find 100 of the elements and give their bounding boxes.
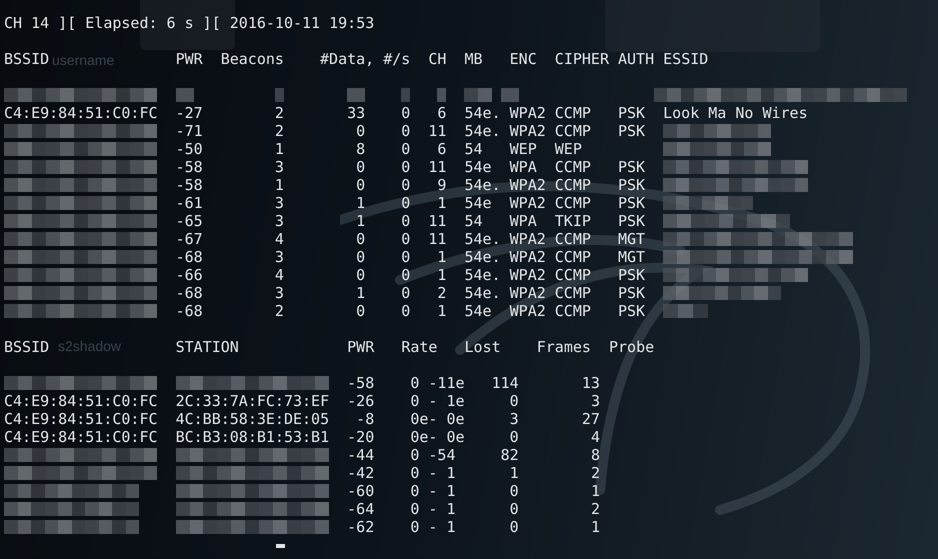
table-cell: CCMP <box>554 284 591 302</box>
table-cell: WPA2 <box>510 104 546 122</box>
table-cell: 3 <box>510 410 519 428</box>
table-cell: PSK <box>618 158 646 176</box>
redacted-text <box>464 88 492 102</box>
table-cell: CCMP <box>554 230 591 248</box>
column-header: PWR <box>176 50 203 68</box>
table-cell: 2 <box>437 284 446 302</box>
table-cell: CCMP <box>554 302 591 320</box>
desktop-icon-label: username <box>52 51 114 69</box>
table-cell: PSK <box>618 302 646 320</box>
table-cell: 1 <box>356 212 366 230</box>
table-cell: 4 <box>274 230 284 248</box>
table-cell: 2 <box>274 104 284 122</box>
table-cell: Look Ma No Wires <box>663 104 808 122</box>
table-cell: 0 <box>510 518 519 536</box>
table-cell: -20 <box>347 428 374 446</box>
column-header: BSSID <box>4 50 50 68</box>
table-cell: -66 <box>176 266 203 284</box>
table-cell: 3 <box>274 284 284 302</box>
table-cell: -67 <box>176 230 203 248</box>
table-cell: 0 <box>401 284 410 302</box>
column-header: ENC <box>510 50 537 68</box>
table-cell: -60 <box>347 482 374 500</box>
table-cell: -65 <box>176 212 203 230</box>
table-cell: WEP <box>510 140 537 158</box>
table-cell: PSK <box>618 212 646 230</box>
table-cell: -61 <box>176 194 203 212</box>
table-cell: 54e. <box>464 122 501 140</box>
table-cell: 4C:BB:58:3E:DE:05 <box>176 410 330 428</box>
table-cell: BC:B3:08:B1:53:B1 <box>176 428 330 446</box>
table-cell: 2C:33:7A:FC:73:EF <box>176 392 330 410</box>
table-cell: WPA2 <box>510 302 546 320</box>
desktop-icon-label: s2shadow <box>58 337 122 355</box>
redacted-text <box>663 304 708 318</box>
table-cell: 0 <box>401 194 410 212</box>
table-cell: WPA <box>510 158 537 176</box>
table-cell: 0 -54 <box>410 446 456 464</box>
table-cell: -71 <box>176 122 203 140</box>
table-cell: 2 <box>274 302 284 320</box>
table-cell: WPA2 <box>510 122 546 140</box>
table-cell: C4:E9:84:51:C0:FC <box>4 428 158 446</box>
table-cell: -64 <box>347 500 374 518</box>
table-cell: 54e. <box>464 266 501 284</box>
table-cell: -68 <box>176 284 203 302</box>
table-cell: 54e <box>464 302 492 320</box>
table-cell: 0 <box>356 158 366 176</box>
table-cell: 0 <box>510 482 519 500</box>
table-cell: -44 <box>347 446 374 464</box>
table-cell: 1 <box>356 194 366 212</box>
table-cell: 3 <box>590 392 600 410</box>
text-cursor <box>276 544 285 548</box>
table-cell: 2 <box>590 500 600 518</box>
table-cell: 3 <box>274 248 284 266</box>
table-cell: 0e- 0e <box>410 410 465 428</box>
status-line: CH 14 ][ Elapsed: 6 s ][ 2016-10-11 19:53 <box>4 14 374 32</box>
table-cell: CCMP <box>554 248 591 266</box>
table-cell: PSK <box>618 176 646 194</box>
table-cell: PSK <box>618 122 646 140</box>
table-cell: MGT <box>618 248 646 266</box>
table-cell: PSK <box>618 194 646 212</box>
column-header: Lost <box>464 338 501 356</box>
redacted-text <box>347 88 366 102</box>
table-cell: WPA2 <box>510 266 546 284</box>
table-cell: WPA <box>510 212 537 230</box>
table-cell: 0 <box>356 248 366 266</box>
table-cell: PSK <box>618 284 646 302</box>
table-cell: 54 <box>464 140 483 158</box>
table-cell: 54 <box>464 212 483 230</box>
table-cell: PSK <box>618 104 646 122</box>
table-cell: 3 <box>274 194 284 212</box>
column-header: Beacons <box>220 50 284 68</box>
table-cell: 0 <box>356 230 366 248</box>
table-cell: 1 <box>590 518 600 536</box>
table-cell: -58 <box>176 176 203 194</box>
table-cell: 54e <box>464 194 492 212</box>
redacted-text <box>401 88 410 102</box>
table-cell: CCMP <box>554 194 591 212</box>
table-cell: 3 <box>274 212 284 230</box>
table-cell: 0 <box>356 176 366 194</box>
table-cell: WPA2 <box>510 176 546 194</box>
table-cell: 0 <box>510 392 519 410</box>
column-header: PWR <box>347 338 374 356</box>
table-cell: 0 <box>401 140 410 158</box>
table-cell: 1 <box>437 266 446 284</box>
table-cell: -68 <box>176 302 203 320</box>
column-header: CH <box>428 50 446 68</box>
table-cell: -58 <box>347 374 374 392</box>
column-header: Frames <box>536 338 591 356</box>
table-cell: 6 <box>437 140 446 158</box>
table-cell: 2 <box>590 464 600 482</box>
table-cell: 0 - 1 <box>410 482 456 500</box>
table-cell: 11 <box>428 212 446 230</box>
column-header: ESSID <box>663 50 708 68</box>
column-header: MB <box>464 50 483 68</box>
table-cell: 1 <box>356 284 366 302</box>
table-cell: 0 <box>401 230 410 248</box>
table-cell: 11 <box>428 122 446 140</box>
table-cell: -50 <box>176 140 203 158</box>
table-cell: 13 <box>582 374 600 392</box>
